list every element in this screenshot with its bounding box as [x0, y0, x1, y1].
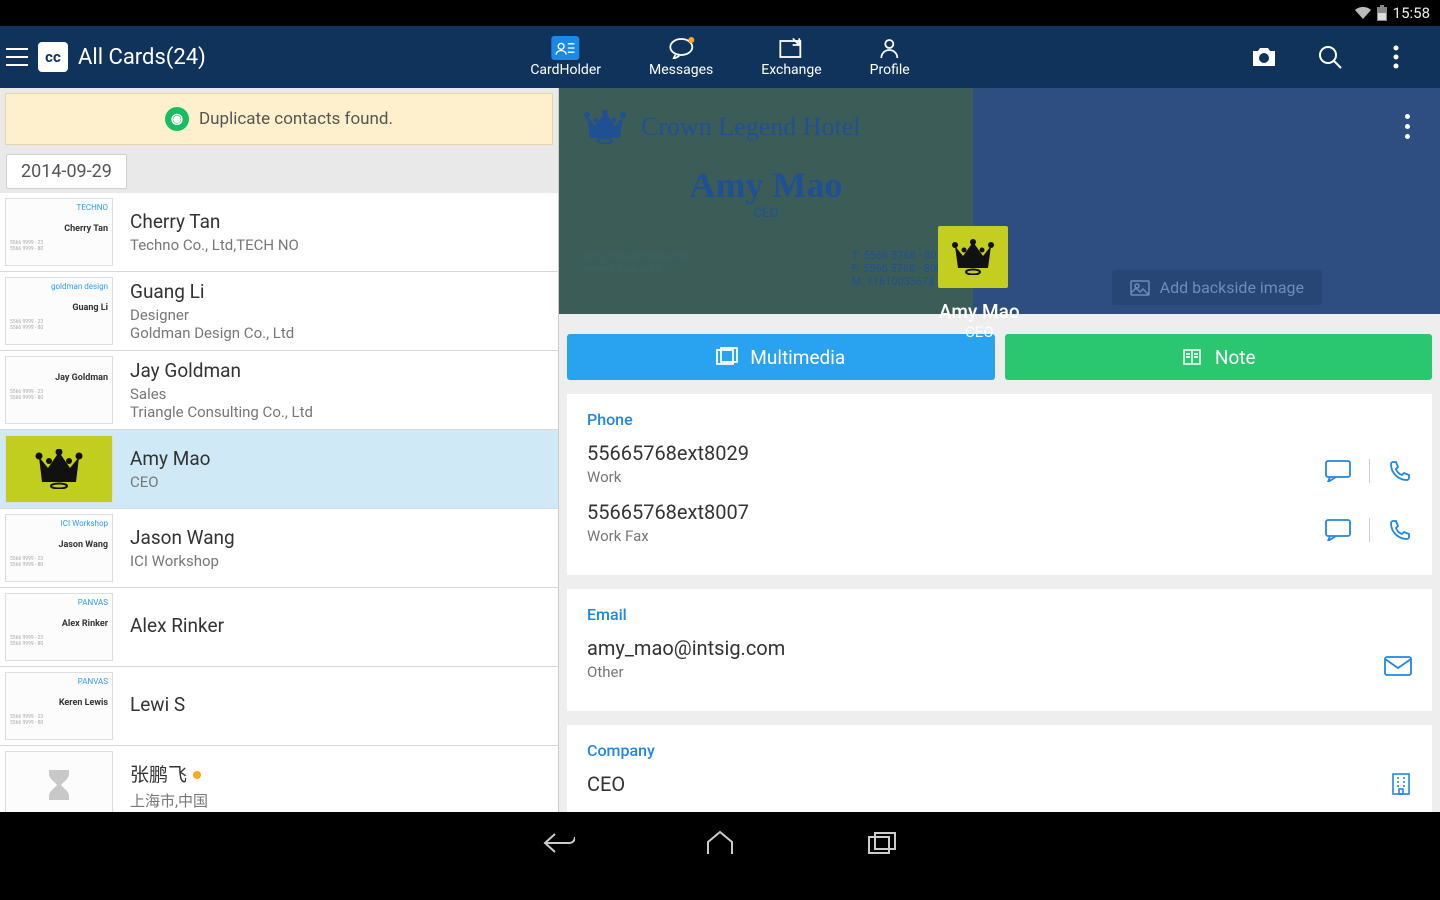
- search-button[interactable]: [1316, 43, 1344, 71]
- card-company: Triangle Consulting Co., Ltd: [130, 403, 546, 421]
- message-icon[interactable]: [1325, 519, 1351, 541]
- wifi-icon: [1355, 7, 1371, 19]
- tab-messages[interactable]: Messages: [649, 36, 713, 78]
- page-title[interactable]: All Cards(24): [78, 45, 206, 70]
- card-row[interactable]: 张鹏飞上海市,中国: [0, 746, 558, 812]
- card-thumb: Jay Goldman5566 9999 - 235566 9999 - 80: [5, 356, 113, 424]
- card-title: Designer: [130, 306, 546, 324]
- top-tabs: CardHolder Messages Exchange Profile: [530, 26, 909, 88]
- card-row[interactable]: PANVASKeren Lewis5566 9999 - 235566 9999…: [0, 667, 558, 746]
- tab-exchange[interactable]: Exchange: [761, 36, 821, 78]
- phone-type: Work: [587, 468, 1325, 486]
- overflow-button[interactable]: [1382, 43, 1410, 71]
- note-icon: [1181, 347, 1203, 367]
- building-icon[interactable]: [1390, 772, 1412, 796]
- app-bar: cc All Cards(24) CardHolder Messages Exc…: [0, 26, 1440, 88]
- multimedia-button[interactable]: Multimedia: [567, 334, 995, 380]
- card-name: 张鹏飞: [130, 760, 546, 787]
- phone-section: Phone 55665768ext8029Work55665768ext8007…: [567, 394, 1432, 575]
- profile-icon: [876, 36, 904, 60]
- card-name: Cherry Tan: [130, 210, 546, 233]
- card-row[interactable]: ICI WorkshopJason Wang5566 9999 - 235566…: [0, 509, 558, 588]
- mail-icon[interactable]: [1384, 656, 1412, 676]
- camera-button[interactable]: [1250, 43, 1278, 71]
- card-row[interactable]: goldman designGuang Li5566 9999 - 235566…: [0, 272, 558, 351]
- card-thumb: PANVASAlex Rinker5566 9999 - 235566 9999…: [5, 593, 113, 661]
- card-thumb: TECHNOCherry Tan5566 9999 - 235566 9999 …: [5, 198, 113, 266]
- status-bar: 15:58: [0, 0, 1440, 26]
- phone-value[interactable]: 55665768ext8029: [587, 441, 1325, 465]
- call-icon[interactable]: [1388, 518, 1412, 542]
- tab-cardholder[interactable]: CardHolder: [530, 36, 601, 78]
- image-icon: [1130, 280, 1150, 296]
- card-row[interactable]: Amy Mao CEO: [0, 430, 558, 509]
- status-time: 15:58: [1393, 4, 1430, 22]
- card-company: Goldman Design Co., Ltd: [130, 324, 546, 342]
- card-name: Jay Goldman: [130, 359, 546, 382]
- card-company: ICI Workshop: [130, 552, 546, 570]
- card-hero: Crown Legend Hotel Amy Mao CEO amy_mao@i…: [559, 88, 1440, 314]
- phone-value[interactable]: 55665768ext8007: [587, 500, 1325, 524]
- card-company: 上海市,中国: [130, 790, 546, 811]
- app-logo: cc: [38, 42, 68, 72]
- card-title: Sales: [130, 385, 546, 403]
- battery-icon: [1377, 5, 1387, 21]
- hero-name: Amy Mao: [583, 164, 949, 206]
- card-title: CEO: [130, 473, 546, 491]
- date-header: 2014-09-29: [6, 154, 127, 189]
- card-thumb: PANVASKeren Lewis5566 9999 - 235566 9999…: [5, 672, 113, 740]
- multimedia-icon: [716, 347, 738, 367]
- note-button[interactable]: Note: [1005, 334, 1433, 380]
- company-section: Company CEO: [567, 725, 1432, 812]
- message-icon[interactable]: [1325, 460, 1351, 482]
- card-thumb: goldman designGuang Li5566 9999 - 235566…: [5, 277, 113, 345]
- home-button[interactable]: [699, 827, 741, 859]
- phone-type: Work Fax: [587, 527, 1325, 545]
- duplicate-icon: ◉: [165, 107, 189, 131]
- card-name: Guang Li: [130, 280, 546, 303]
- crown-icon: [583, 110, 627, 144]
- avatar[interactable]: [938, 226, 1008, 288]
- recents-button[interactable]: [861, 827, 903, 859]
- card-company: Techno Co., Ltd,TECH NO: [130, 236, 546, 254]
- card-list[interactable]: TECHNOCherry Tan5566 9999 - 235566 9999 …: [0, 193, 558, 812]
- android-nav-bar: [0, 812, 1440, 874]
- card-name: Amy Mao: [130, 447, 546, 470]
- card-overflow-button[interactable]: [1405, 114, 1410, 139]
- card-name: Lewi S: [130, 693, 546, 716]
- call-icon[interactable]: [1388, 459, 1412, 483]
- cardholder-icon: [552, 36, 580, 60]
- back-button[interactable]: [537, 827, 579, 859]
- menu-icon[interactable]: [6, 48, 28, 66]
- card-row[interactable]: TECHNOCherry Tan5566 9999 - 235566 9999 …: [0, 193, 558, 272]
- card-thumb: [5, 751, 113, 812]
- email-section: Email amy_mao@intsig.com Other: [567, 589, 1432, 711]
- card-thumb: ICI WorkshopJason Wang5566 9999 - 235566…: [5, 514, 113, 582]
- card-name: Jason Wang: [130, 526, 546, 549]
- card-row[interactable]: PANVASAlex Rinker5566 9999 - 235566 9999…: [0, 588, 558, 667]
- card-row[interactable]: Jay Goldman5566 9999 - 235566 9999 - 80 J…: [0, 351, 558, 430]
- duplicate-banner[interactable]: ◉ Duplicate contacts found.: [5, 93, 553, 145]
- messages-icon: [667, 36, 695, 60]
- company-value: CEO: [587, 772, 1390, 796]
- exchange-icon: [777, 36, 805, 60]
- email-value[interactable]: amy_mao@intsig.com: [587, 636, 1384, 660]
- hero-name-overlay: Amy Mao CEO: [939, 300, 1020, 341]
- add-backside-button[interactable]: Add backside image: [1112, 270, 1322, 305]
- tab-profile[interactable]: Profile: [870, 36, 910, 78]
- card-thumb: [5, 435, 113, 503]
- card-name: Alex Rinker: [130, 614, 546, 637]
